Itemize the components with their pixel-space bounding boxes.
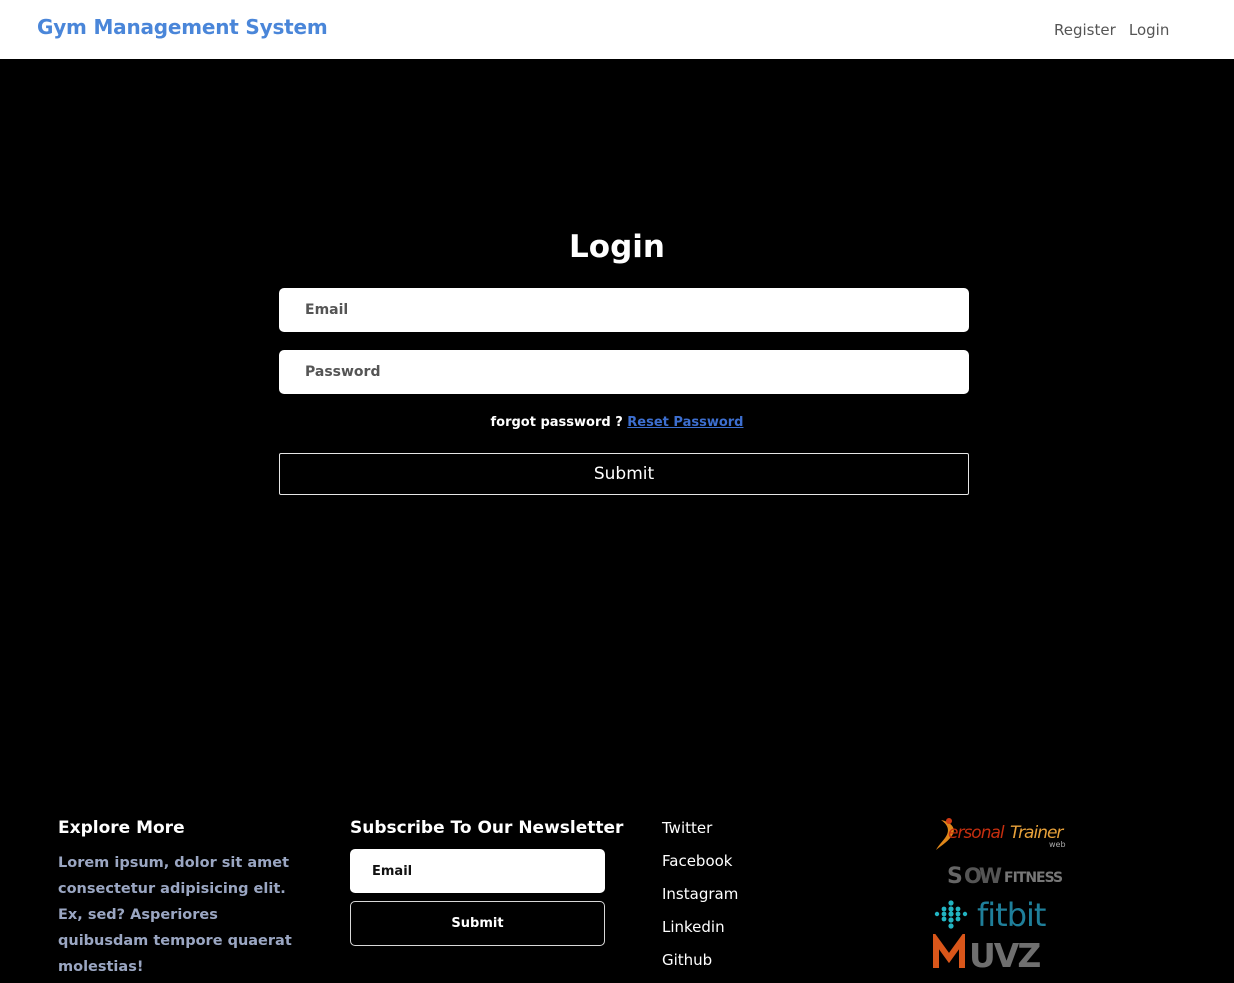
- newsletter-heading: Subscribe To Our Newsletter: [350, 818, 624, 838]
- email-input[interactable]: [279, 288, 969, 332]
- explore-text: Lorem ipsum, dolor sit amet consectetur …: [58, 855, 292, 975]
- snow-fitness-logo: S OW FITNESS: [947, 864, 1064, 889]
- navbar: Gym Management System Register Login: [0, 0, 1234, 59]
- svg-text:S: S: [947, 864, 962, 889]
- nav-login-link[interactable]: Login: [1129, 21, 1169, 39]
- newsletter-submit-button[interactable]: Submit: [350, 901, 605, 946]
- svg-text:ersonal: ersonal: [948, 823, 1005, 843]
- facebook-link[interactable]: Facebook: [662, 852, 732, 870]
- newsletter-email-input[interactable]: [350, 849, 605, 893]
- password-input[interactable]: [279, 350, 969, 394]
- muvz-logo: UVZ: [933, 934, 1042, 972]
- partner-logos: ersonal Trainer web S OW FITNESS fitbit …: [933, 814, 1073, 972]
- page-title: Login: [569, 229, 665, 265]
- forgot-password-row: forgot password ? Reset Password: [0, 415, 1234, 430]
- instagram-link[interactable]: Instagram: [662, 885, 738, 903]
- forgot-password-text: forgot password ?: [490, 415, 623, 430]
- svg-text:FITNESS: FITNESS: [1004, 870, 1063, 886]
- nav-links: Register Login: [1054, 20, 1177, 39]
- nav-register-link[interactable]: Register: [1054, 21, 1116, 39]
- svg-text:web: web: [1049, 840, 1066, 849]
- svg-text:UVZ: UVZ: [969, 936, 1040, 972]
- personal-trainer-logo: ersonal Trainer web: [936, 818, 1066, 850]
- linkedin-link[interactable]: Linkedin: [662, 918, 725, 936]
- svg-text:fitbit: fitbit: [977, 896, 1046, 934]
- login-submit-button[interactable]: Submit: [279, 453, 969, 495]
- reset-password-link[interactable]: Reset Password: [627, 415, 743, 430]
- fitbit-logo: fitbit: [934, 896, 1047, 934]
- explore-heading: Explore More: [58, 818, 185, 838]
- social-links: Twitter Facebook Instagram Linkedin Gith…: [662, 818, 738, 983]
- svg-text:OW: OW: [964, 864, 1002, 888]
- github-link[interactable]: Github: [662, 951, 712, 969]
- twitter-link[interactable]: Twitter: [662, 819, 712, 837]
- brand-title[interactable]: Gym Management System: [37, 15, 328, 39]
